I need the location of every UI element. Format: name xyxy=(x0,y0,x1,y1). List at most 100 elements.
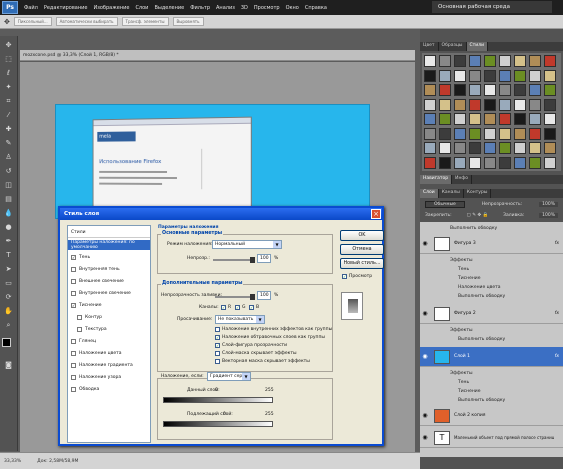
style-swatch[interactable] xyxy=(454,113,466,125)
menu-select[interactable]: Выделение xyxy=(151,5,187,11)
style-list-item[interactable]: Стили xyxy=(68,228,150,238)
path-select-icon[interactable]: ➤ xyxy=(3,264,14,274)
style-swatch[interactable] xyxy=(439,127,451,140)
style-swatch[interactable] xyxy=(484,69,496,82)
eye-icon[interactable]: ◉ xyxy=(420,240,430,247)
zoom-level[interactable]: 33,33% xyxy=(4,459,21,464)
style-swatch[interactable] xyxy=(424,142,436,154)
style-swatch[interactable] xyxy=(529,113,541,125)
style-swatch[interactable] xyxy=(499,113,511,125)
style-swatch[interactable] xyxy=(499,156,511,169)
eye-icon[interactable]: ◉ xyxy=(420,434,430,441)
style-checkbox[interactable] xyxy=(71,374,76,380)
fill-opacity-input[interactable]: 100 xyxy=(257,291,271,300)
eye-icon[interactable]: ◉ xyxy=(420,412,430,419)
tab-paths[interactable]: Контуры xyxy=(464,189,492,198)
blend-clipped-checkbox[interactable]: ✓ xyxy=(215,335,220,340)
style-swatch[interactable] xyxy=(499,127,511,140)
style-swatch[interactable] xyxy=(469,84,481,96)
style-swatch[interactable] xyxy=(484,55,496,67)
eraser-icon[interactable]: ◫ xyxy=(3,180,14,190)
3d-rotate-icon[interactable]: ⟳ xyxy=(3,292,14,302)
style-swatch[interactable] xyxy=(529,142,541,154)
style-swatch[interactable] xyxy=(439,142,451,154)
menu-filter[interactable]: Фильтр xyxy=(187,5,213,11)
fx-icon[interactable]: fx xyxy=(555,241,559,246)
style-checkbox[interactable] xyxy=(77,326,82,332)
style-swatch[interactable] xyxy=(439,113,451,125)
style-list-item[interactable]: Наложение узора xyxy=(68,372,150,382)
style-swatch[interactable] xyxy=(529,156,541,169)
channel-g-checkbox[interactable]: ✓ xyxy=(235,305,240,310)
foreground-color-swatch[interactable] xyxy=(2,338,11,347)
style-list-item[interactable]: ✓ Тень xyxy=(68,252,150,262)
slider-knob[interactable] xyxy=(250,257,255,263)
style-checkbox[interactable] xyxy=(71,338,76,344)
style-swatch[interactable] xyxy=(514,113,526,125)
tab-channels[interactable]: Каналы xyxy=(439,189,464,198)
style-list-item[interactable]: Глянец xyxy=(68,336,150,346)
dodge-icon[interactable]: ● xyxy=(3,222,14,232)
menu-3d[interactable]: 3D xyxy=(238,5,251,11)
style-swatch[interactable] xyxy=(439,55,451,67)
style-swatch[interactable] xyxy=(484,127,496,140)
style-swatch[interactable] xyxy=(484,156,496,169)
close-icon[interactable]: × xyxy=(371,209,381,219)
style-swatch[interactable] xyxy=(484,98,496,111)
gradient-icon[interactable]: ▤ xyxy=(3,194,14,204)
marquee-icon[interactable]: ⬚ xyxy=(3,54,14,64)
lasso-icon[interactable]: ℓ xyxy=(3,68,14,78)
move-tool-icon[interactable]: ✥ xyxy=(4,18,10,26)
style-swatch[interactable] xyxy=(529,127,541,140)
option-align[interactable]: Выровнять xyxy=(172,17,204,26)
style-swatch[interactable] xyxy=(424,69,436,82)
style-swatch[interactable] xyxy=(469,156,481,169)
cancel-button[interactable]: Отмена xyxy=(340,244,384,255)
tab-color[interactable]: Цвет xyxy=(420,42,439,51)
layer-row-selected[interactable]: ◉ Слой 1 fx xyxy=(420,347,563,367)
style-list-item[interactable]: Наложение цвета xyxy=(68,348,150,358)
style-list-item[interactable]: Внутренняя тень xyxy=(68,264,150,274)
style-checkbox[interactable] xyxy=(77,314,82,320)
style-swatch[interactable] xyxy=(514,55,526,67)
zoom-icon[interactable]: ⌕ xyxy=(3,320,14,330)
menu-view[interactable]: Просмотр xyxy=(251,5,283,11)
style-swatch[interactable] xyxy=(454,127,466,140)
style-swatch[interactable] xyxy=(424,55,436,67)
preview-checkbox[interactable]: ✓ xyxy=(342,274,347,279)
layer-mask-hides-checkbox[interactable] xyxy=(215,351,220,356)
style-swatch[interactable] xyxy=(424,156,436,169)
style-swatch[interactable] xyxy=(514,98,526,111)
fx-icon[interactable]: fx xyxy=(555,354,559,359)
menu-layers[interactable]: Слои xyxy=(132,5,151,11)
healing-icon[interactable]: ✚ xyxy=(3,124,14,134)
style-swatch[interactable] xyxy=(499,142,511,154)
style-swatch[interactable] xyxy=(529,55,541,67)
style-swatch[interactable] xyxy=(544,113,556,125)
style-swatch[interactable] xyxy=(454,156,466,169)
blend-if-select[interactable]: Градиент сер... ▼ xyxy=(207,372,251,381)
layer-row[interactable]: ◉ T Маленький объект под прямой полосе с… xyxy=(420,428,563,448)
style-list-item[interactable]: Параметры наложения: по умолчанию xyxy=(68,240,150,250)
history-brush-icon[interactable]: ↺ xyxy=(3,166,14,176)
style-swatch[interactable] xyxy=(544,142,556,154)
document-tab[interactable]: mozxcone.psd @ 33,3% (Слой 1, RGB/8) * xyxy=(20,50,415,61)
move-icon[interactable]: ✥ xyxy=(3,40,14,50)
style-swatch[interactable] xyxy=(529,98,541,111)
eye-icon[interactable]: ◉ xyxy=(420,353,430,360)
fx-icon[interactable]: fx xyxy=(555,311,559,316)
magic-wand-icon[interactable]: ✦ xyxy=(3,82,14,92)
style-checkbox[interactable] xyxy=(71,290,76,296)
style-list-item[interactable]: Внутреннее свечение xyxy=(68,288,150,298)
vector-mask-hides-checkbox[interactable] xyxy=(215,359,220,364)
layer-row[interactable]: ◉ Фигура 3 fx xyxy=(420,234,563,254)
style-swatch[interactable] xyxy=(469,98,481,111)
style-swatch[interactable] xyxy=(544,156,556,169)
stamp-icon[interactable]: ♙ xyxy=(3,152,14,162)
style-swatch[interactable] xyxy=(514,69,526,82)
style-swatch[interactable] xyxy=(529,69,541,82)
style-swatch[interactable] xyxy=(544,127,556,140)
menu-file[interactable]: Файл xyxy=(21,5,41,11)
style-swatch[interactable] xyxy=(514,156,526,169)
menu-analysis[interactable]: Анализ xyxy=(213,5,238,11)
